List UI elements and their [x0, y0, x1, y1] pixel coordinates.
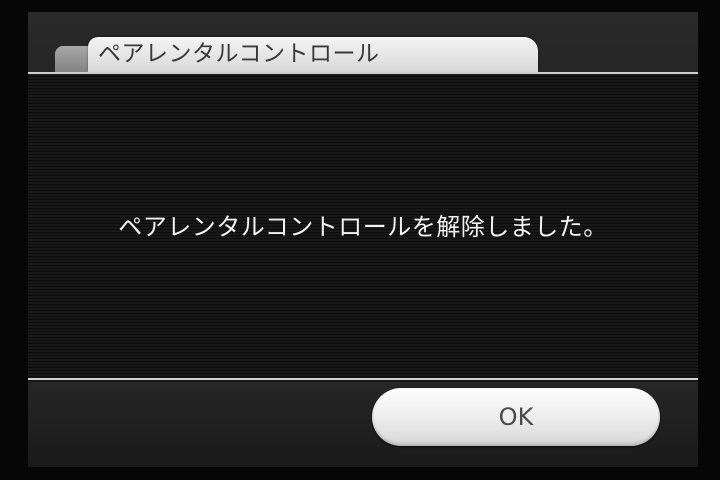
title-tab: ペアレンタルコントロール — [88, 37, 538, 72]
ok-button[interactable]: OK — [372, 388, 660, 446]
screen: ペアレンタルコントロール ペアレンタルコントロールを解除しました。 OK — [0, 0, 720, 480]
dialog-title: ペアレンタルコントロール — [98, 41, 380, 67]
dialog-message: ペアレンタルコントロールを解除しました。 — [118, 213, 608, 241]
ok-button-label: OK — [498, 403, 534, 431]
dialog-body: ペアレンタルコントロールを解除しました。 — [28, 72, 698, 380]
